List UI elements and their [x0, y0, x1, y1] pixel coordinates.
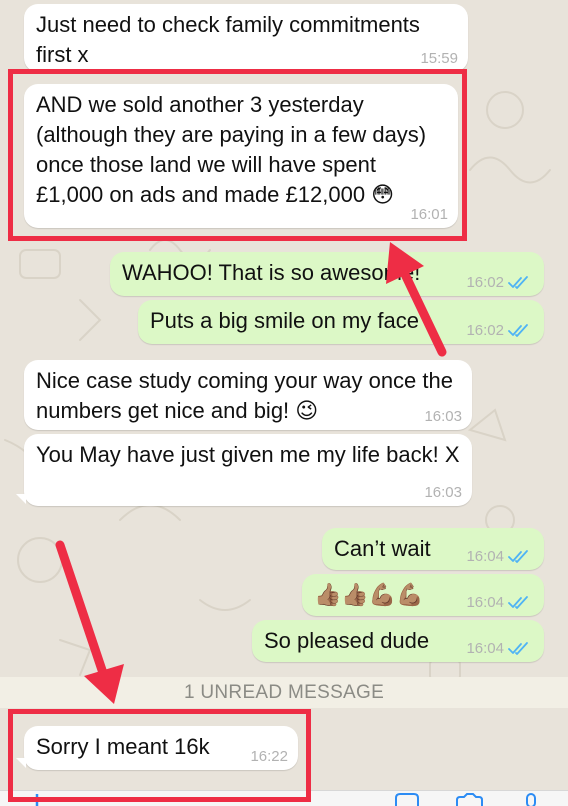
message-time: 16:04: [466, 640, 504, 657]
read-ticks-icon: [508, 276, 530, 290]
message-time-status: 16:04: [466, 548, 530, 566]
message-bubble-outgoing[interactable]: Can’t wait 16:04: [322, 528, 544, 570]
sticker-icon[interactable]: [392, 792, 422, 806]
read-ticks-icon: [508, 642, 530, 656]
highlight-box: [8, 69, 467, 241]
read-ticks-icon: [508, 324, 530, 338]
message-bubble-outgoing[interactable]: 👍🏽👍🏽💪🏽💪🏽 16:04: [302, 574, 544, 616]
message-bubble-outgoing[interactable]: So pleased dude 16:04: [252, 620, 544, 662]
message-bubble-outgoing[interactable]: WAHOO! That is so awesome! 16:02: [110, 252, 544, 296]
message-time-status: 16:02: [466, 274, 530, 292]
message-time: 16:04: [466, 548, 504, 565]
read-ticks-icon: [508, 550, 530, 564]
message-bubble-incoming[interactable]: You May have just given me my life back!…: [24, 434, 472, 506]
message-time-status: 16:02: [466, 322, 530, 340]
message-time: 16:02: [466, 274, 504, 291]
message-bubble-outgoing[interactable]: Puts a big smile on my face 16:02: [138, 300, 544, 344]
bubble-tail: [16, 494, 26, 504]
highlight-box: [8, 709, 311, 802]
message-time: 16:02: [466, 322, 504, 339]
message-time: 15:59: [420, 50, 458, 67]
message-time: 16:03: [424, 408, 462, 425]
message-time: 16:03: [424, 484, 462, 501]
message-bubble-incoming[interactable]: Just need to check family commitments fi…: [24, 4, 468, 72]
message-text: You May have just given me my life back!…: [36, 442, 460, 467]
message-time: 16:04: [466, 594, 504, 611]
microphone-icon[interactable]: [516, 792, 546, 806]
message-text: Just need to check family commitments fi…: [36, 12, 427, 67]
read-ticks-icon: [508, 596, 530, 610]
camera-icon[interactable]: [454, 792, 484, 806]
message-text: Nice case study coming your way once the…: [36, 368, 460, 423]
message-time-status: 16:04: [466, 640, 530, 658]
message-time-status: 16:04: [466, 594, 530, 612]
message-bubble-incoming[interactable]: Nice case study coming your way once the…: [24, 360, 472, 430]
unread-messages-banner: 1 UNREAD MESSAGE: [0, 677, 568, 708]
